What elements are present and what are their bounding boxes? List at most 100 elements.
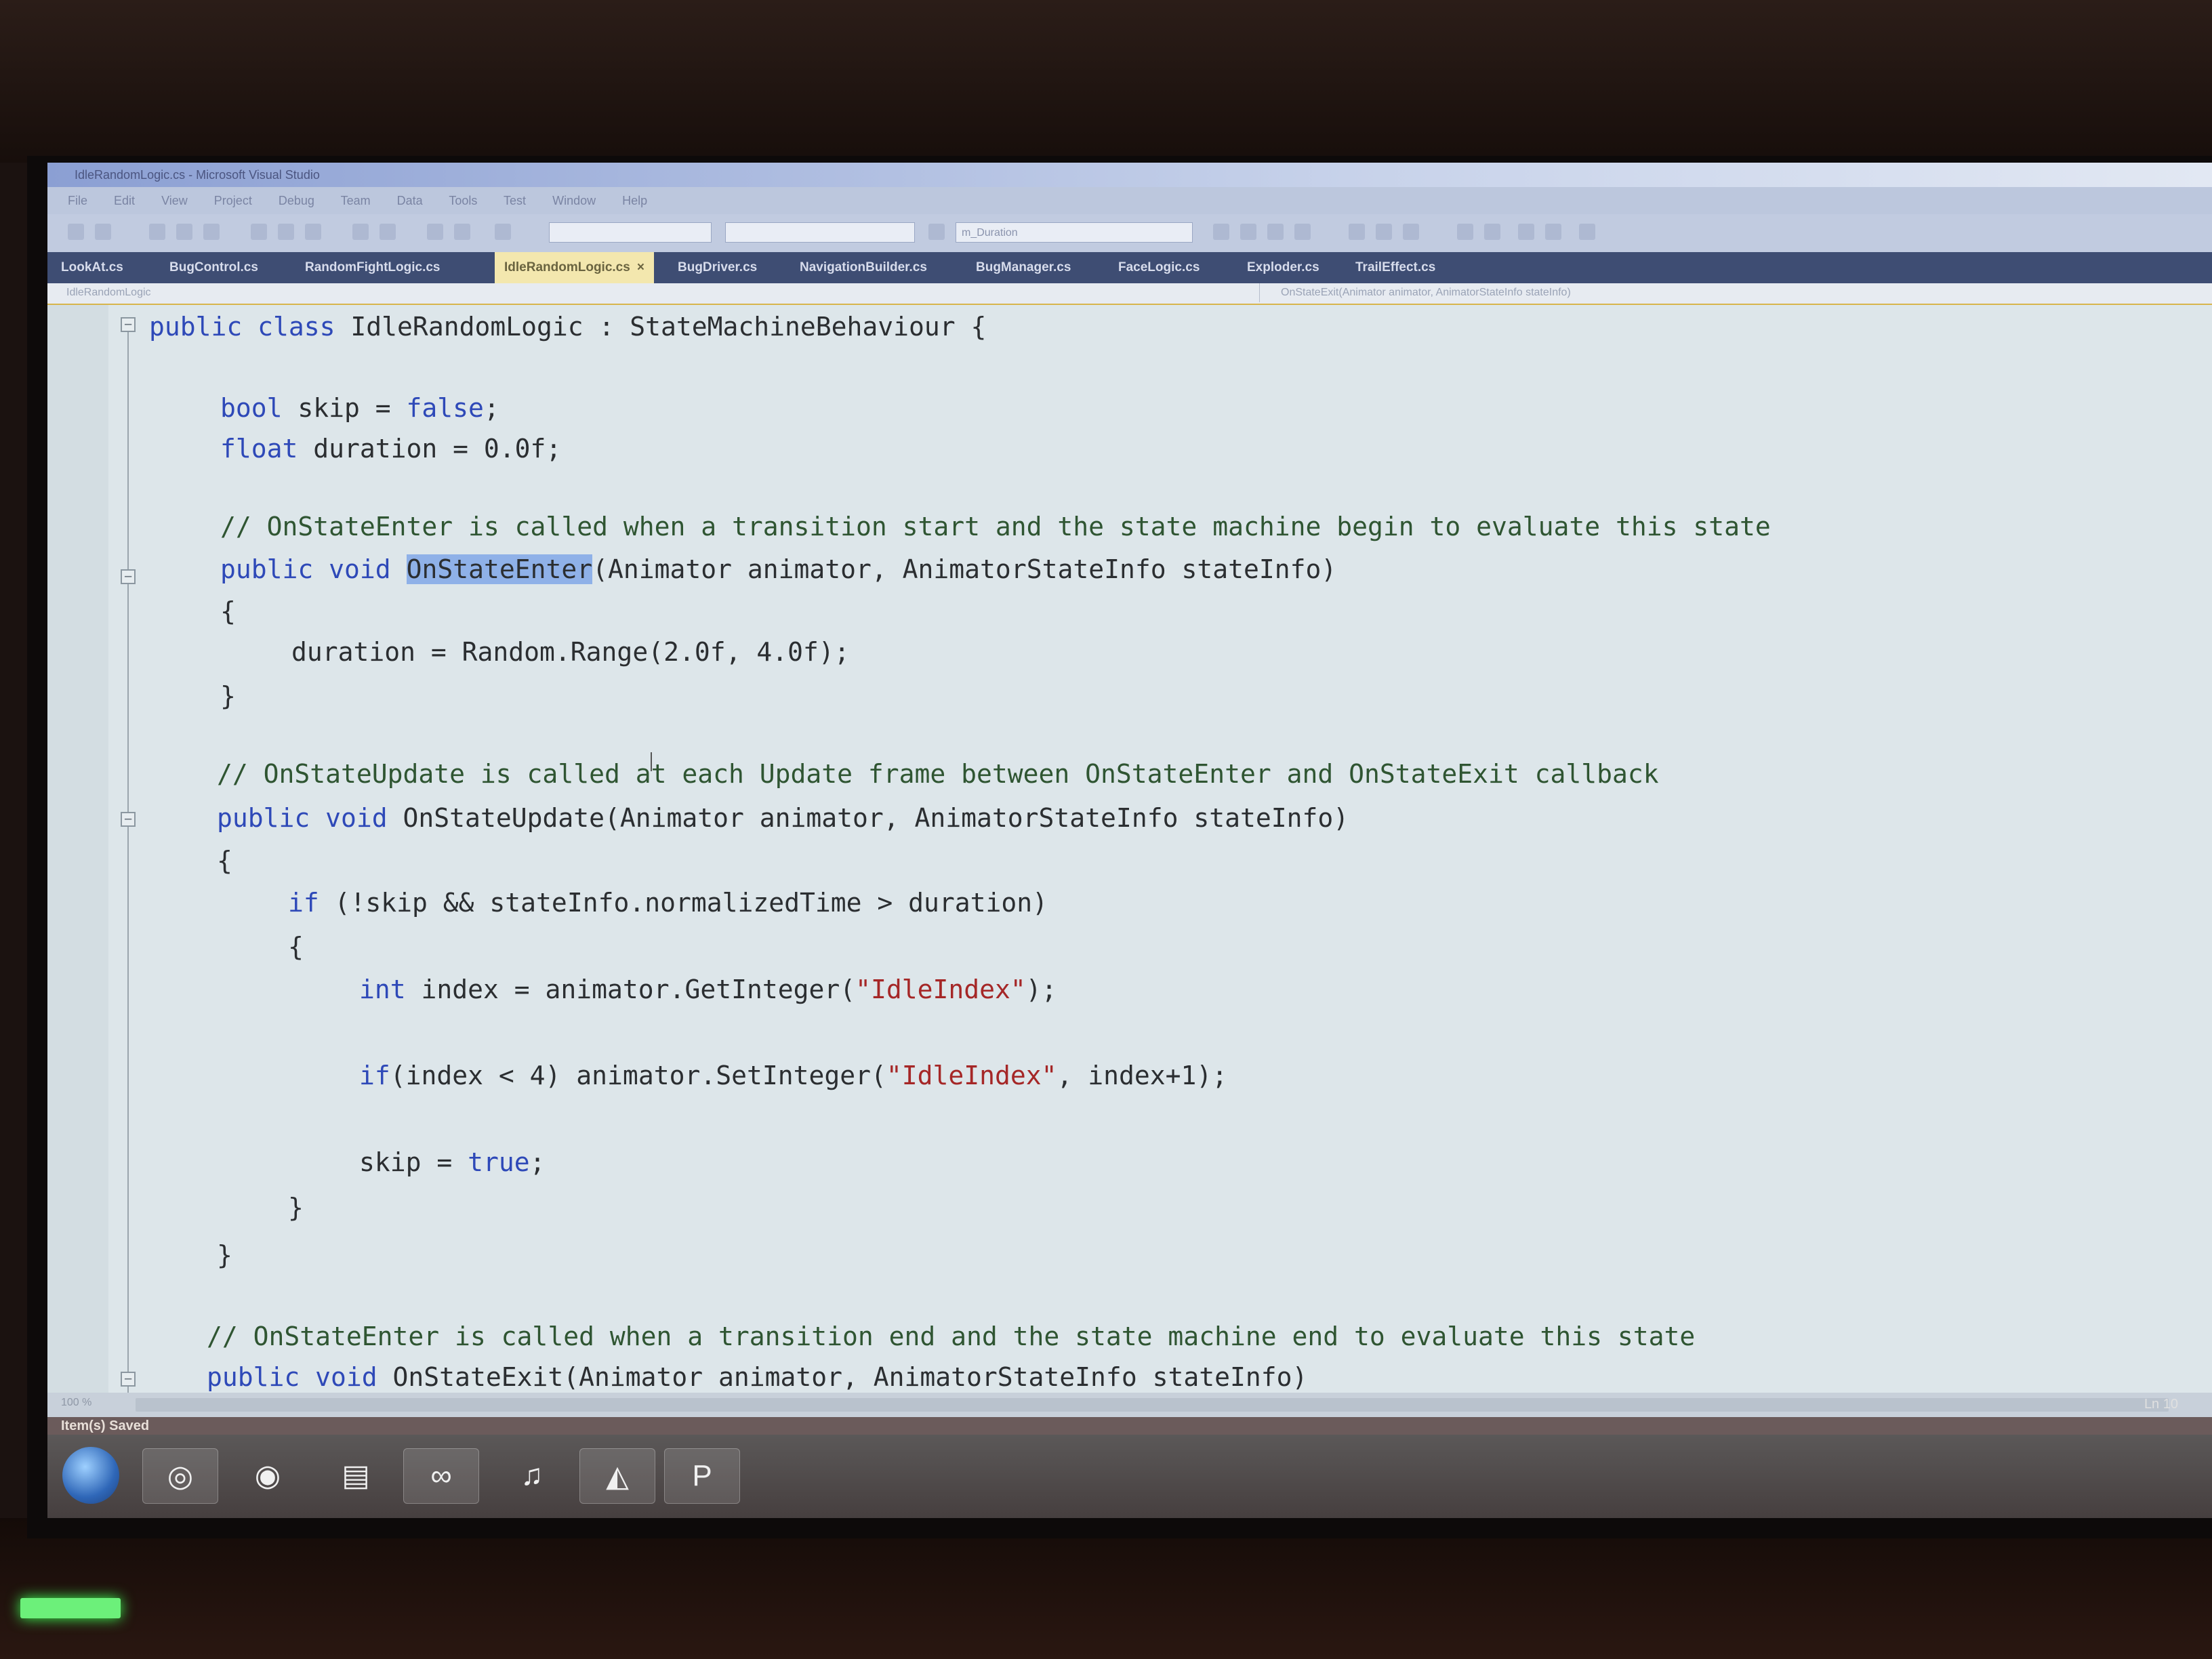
undo-icon[interactable] xyxy=(352,224,369,240)
collapse-onstateexit-icon[interactable]: − xyxy=(121,1372,136,1387)
indent-icon[interactable] xyxy=(1518,224,1534,240)
menu-item-debug[interactable]: Debug xyxy=(279,194,314,207)
cut-icon[interactable] xyxy=(251,224,267,240)
menu-item-project[interactable]: Project xyxy=(214,194,252,207)
selected-text: OnStateEnter xyxy=(406,554,593,584)
itunes-icon[interactable]: ♫ xyxy=(495,1448,569,1502)
tab-exploder[interactable]: Exploder.cs xyxy=(1247,252,1319,283)
code-line-8: public void OnStateUpdate(Animator anima… xyxy=(217,803,1349,833)
comment-icon[interactable] xyxy=(1457,224,1473,240)
code-line-1: public class IdleRandomLogic : StateMach… xyxy=(149,312,986,342)
editor-footer: 100 % Ln 10 xyxy=(47,1393,2212,1417)
save-icon[interactable] xyxy=(176,224,192,240)
menu-item-help[interactable]: Help xyxy=(622,194,647,207)
close-tab-icon[interactable]: × xyxy=(637,260,644,274)
paste-icon[interactable] xyxy=(305,224,321,240)
find-combo[interactable]: m_Duration xyxy=(956,222,1193,243)
indicator-margin xyxy=(47,305,108,1393)
code-text: (index < 4) animator.SetInteger( xyxy=(390,1061,886,1090)
code-line-4: public void OnStateEnter(Animator animat… xyxy=(220,554,1336,584)
start-page-icon[interactable] xyxy=(1403,224,1419,240)
unity-icon[interactable]: ◭ xyxy=(579,1448,655,1504)
room-background-top xyxy=(0,0,2212,163)
collapse-onstateupdate-icon[interactable]: − xyxy=(121,812,136,827)
save-all-icon[interactable] xyxy=(203,224,220,240)
visual-studio-icon[interactable]: ∞ xyxy=(403,1448,479,1504)
properties-icon[interactable] xyxy=(1267,224,1284,240)
tab-label: IdleRandomLogic.cs xyxy=(504,260,630,274)
line-number: Ln 10 xyxy=(2144,1397,2178,1412)
code-text: OnStateUpdate(Animator animator, Animato… xyxy=(387,803,1349,833)
navigate-back-icon[interactable] xyxy=(427,224,443,240)
keyword: if xyxy=(288,888,319,918)
keyword: true xyxy=(468,1147,530,1177)
open-file-icon[interactable] xyxy=(149,224,165,240)
tab-traileffect[interactable]: TrailEffect.cs xyxy=(1355,252,1435,283)
horizontal-scrollbar[interactable] xyxy=(136,1398,2169,1412)
code-text: (Animator animator, AnimatorStateInfo st… xyxy=(592,554,1337,584)
code-editor[interactable]: − − − − public class IdleRandomLogic : S… xyxy=(47,305,2212,1396)
toolbar-overflow-icon[interactable] xyxy=(1579,224,1595,240)
code-line-12: int index = animator.GetInteger("IdleInd… xyxy=(359,975,1057,1004)
outline-guide xyxy=(127,319,129,1396)
status-message: Item(s) Saved xyxy=(61,1418,150,1433)
code-line-16: } xyxy=(217,1240,232,1270)
new-project-icon[interactable] xyxy=(68,224,84,240)
team-explorer-icon[interactable] xyxy=(1376,224,1392,240)
tab-facelogic[interactable]: FaceLogic.cs xyxy=(1118,252,1200,283)
start-orb-icon[interactable] xyxy=(62,1447,119,1504)
menu-item-test[interactable]: Test xyxy=(504,194,526,207)
menu-item-team[interactable]: Team xyxy=(341,194,371,207)
zoom-level[interactable]: 100 % xyxy=(61,1397,91,1409)
collapse-class-icon[interactable]: − xyxy=(121,317,136,332)
add-item-icon[interactable] xyxy=(95,224,111,240)
uncomment-icon[interactable] xyxy=(1484,224,1500,240)
navigate-forward-icon[interactable] xyxy=(454,224,470,240)
code-comment-1: // OnStateEnter is called when a transit… xyxy=(220,512,1771,541)
member-dropdown[interactable]: OnStateExit(Animator animator, AnimatorS… xyxy=(1281,283,1571,302)
solution-explorer-icon[interactable] xyxy=(1240,224,1256,240)
collapse-onstateenter-icon[interactable]: − xyxy=(121,569,136,584)
menu-item-edit[interactable]: Edit xyxy=(114,194,135,207)
menu-item-tools[interactable]: Tools xyxy=(449,194,477,207)
visual-studio-window: IdleRandomLogic.cs - Microsoft Visual St… xyxy=(47,163,2212,1518)
solution-platform-dropdown[interactable] xyxy=(725,222,915,243)
outdent-icon[interactable] xyxy=(1545,224,1561,240)
copy-icon[interactable] xyxy=(278,224,294,240)
code-text: duration = 0.0f; xyxy=(298,434,562,464)
redo-icon[interactable] xyxy=(380,224,396,240)
code-text: IdleRandomLogic : StateMachineBehaviour … xyxy=(335,312,987,342)
toolbox-icon[interactable] xyxy=(1349,224,1365,240)
tab-bugdriver[interactable]: BugDriver.cs xyxy=(678,252,757,283)
chrome-icon[interactable]: ◉ xyxy=(230,1448,305,1502)
code-text: ; xyxy=(483,393,499,423)
object-browser-icon[interactable] xyxy=(1294,224,1311,240)
tab-randomfightlogic[interactable]: RandomFightLogic.cs xyxy=(305,252,441,283)
code-line-14: skip = true; xyxy=(359,1147,546,1177)
menu-item-data[interactable]: Data xyxy=(397,194,423,207)
room-background-bottom xyxy=(0,1518,2212,1659)
tab-navigationbuilder[interactable]: NavigationBuilder.cs xyxy=(800,252,927,283)
tab-lookat[interactable]: LookAt.cs xyxy=(61,252,123,283)
code-line-15: } xyxy=(288,1193,304,1223)
start-debugging-icon[interactable] xyxy=(495,224,511,240)
string-literal: "IdleIndex" xyxy=(886,1061,1057,1090)
keyword: public class xyxy=(149,312,335,342)
tab-bugcontrol[interactable]: BugControl.cs xyxy=(169,252,258,283)
type-dropdown[interactable]: IdleRandomLogic xyxy=(66,283,1260,302)
menu-item-window[interactable]: Window xyxy=(552,194,596,207)
code-text: ); xyxy=(1025,975,1057,1004)
tab-bugmanager[interactable]: BugManager.cs xyxy=(976,252,1071,283)
ie-icon[interactable]: ◎ xyxy=(142,1448,218,1504)
solution-configuration-dropdown[interactable] xyxy=(549,222,712,243)
menu-item-file[interactable]: File xyxy=(68,194,87,207)
tab-idlerandomlogic[interactable]: IdleRandomLogic.cs × xyxy=(495,252,654,283)
code-comment-3: // OnStateEnter is called when a transit… xyxy=(207,1322,1696,1351)
find-icon[interactable] xyxy=(928,224,945,240)
code-text: ; xyxy=(529,1147,546,1177)
folder-icon[interactable]: ▤ xyxy=(319,1448,393,1502)
find-in-files-icon[interactable] xyxy=(1213,224,1229,240)
code-line-2: bool skip = false; xyxy=(220,393,499,423)
powerpoint-icon[interactable]: P xyxy=(664,1448,740,1504)
menu-item-view[interactable]: View xyxy=(161,194,188,207)
